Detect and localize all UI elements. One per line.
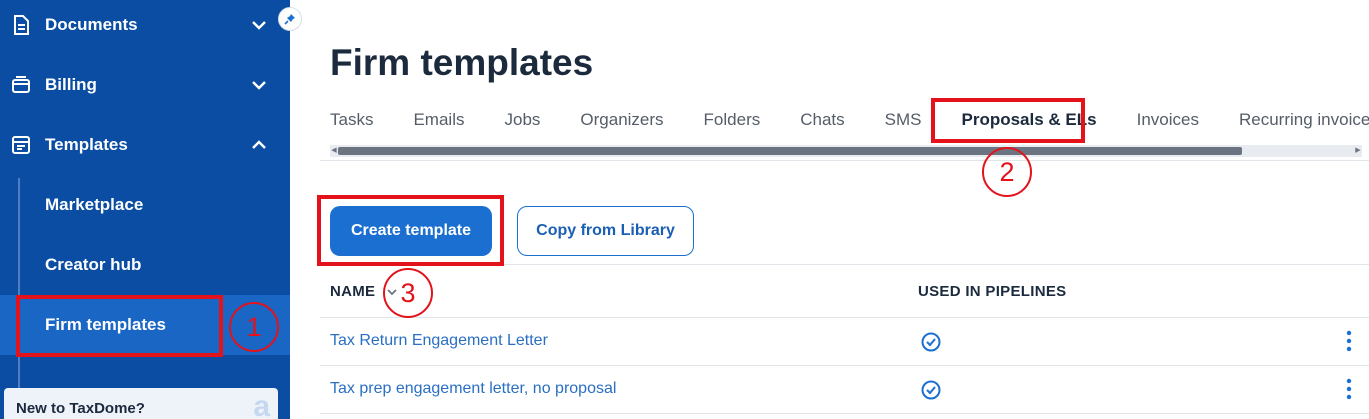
chevron-up-icon[interactable] bbox=[250, 136, 268, 154]
annotation-box-firm-templates bbox=[16, 295, 223, 357]
sidebar-item-billing[interactable]: Billing bbox=[0, 55, 290, 115]
tab-emails[interactable]: Emails bbox=[413, 108, 464, 132]
tab-jobs[interactable]: Jobs bbox=[504, 108, 540, 132]
annotation-box-create-template bbox=[317, 195, 504, 266]
scrollbar-thumb[interactable] bbox=[338, 147, 1242, 155]
tabs-scrollbar[interactable]: ◀ ▶ bbox=[330, 145, 1362, 157]
tab-organizers[interactable]: Organizers bbox=[580, 108, 663, 132]
scroll-left-icon[interactable]: ◀ bbox=[330, 147, 338, 155]
tab-recurring-invoices[interactable]: Recurring invoices bbox=[1239, 108, 1369, 132]
template-name-link[interactable]: Tax prep engagement letter, no proposal bbox=[330, 380, 616, 398]
documents-icon bbox=[14, 15, 29, 35]
billing-icon bbox=[12, 76, 30, 93]
annotation-number: 3 bbox=[383, 268, 433, 318]
sidebar-item-label: Documents bbox=[45, 15, 138, 34]
copy-from-library-button[interactable]: Copy from Library bbox=[517, 206, 694, 256]
taxdome-logo: a bbox=[253, 390, 270, 419]
column-header-used-in-pipelines: USED IN PIPELINES bbox=[918, 283, 1067, 300]
pin-sidebar-button[interactable] bbox=[278, 7, 302, 31]
pin-icon bbox=[284, 14, 295, 25]
promo-card[interactable]: New to TaxDome? a bbox=[4, 388, 278, 419]
table-row: Tax prep engagement letter, no proposal bbox=[320, 366, 1369, 414]
tab-tasks[interactable]: Tasks bbox=[330, 108, 373, 132]
sidebar-item-label: Billing bbox=[45, 75, 97, 94]
divider bbox=[320, 413, 1369, 414]
tab-folders[interactable]: Folders bbox=[704, 108, 761, 132]
annotation-number: 1 bbox=[229, 302, 279, 352]
sidebar-item-marketplace[interactable]: Marketplace bbox=[0, 175, 290, 235]
sidebar-item-creator-hub[interactable]: Creator hub bbox=[0, 235, 290, 295]
annotation-number: 2 bbox=[982, 147, 1032, 197]
annotation-box-proposals-tab bbox=[931, 98, 1085, 143]
page-title: Firm templates bbox=[330, 42, 594, 83]
scroll-right-icon[interactable]: ▶ bbox=[1354, 147, 1362, 155]
tab-sms[interactable]: SMS bbox=[885, 108, 922, 132]
table-row: Tax Return Engagement Letter bbox=[320, 318, 1369, 366]
promo-text: New to TaxDome? bbox=[16, 400, 145, 417]
tab-bar: Tasks Emails Jobs Organizers Folders Cha… bbox=[330, 108, 1369, 138]
more-options-icon[interactable] bbox=[1346, 330, 1352, 352]
tab-invoices[interactable]: Invoices bbox=[1137, 108, 1199, 132]
sidebar-item-documents[interactable]: Documents bbox=[0, 0, 290, 55]
chevron-down-icon[interactable] bbox=[250, 16, 268, 34]
divider bbox=[320, 160, 1369, 161]
sidebar-item-label: Marketplace bbox=[45, 195, 144, 214]
tab-chats[interactable]: Chats bbox=[800, 108, 844, 132]
chevron-down-icon[interactable] bbox=[250, 76, 268, 94]
column-header-name[interactable]: NAME bbox=[330, 283, 375, 300]
check-circle-icon bbox=[921, 332, 941, 352]
sidebar-item-label: Templates bbox=[45, 135, 128, 154]
check-circle-icon bbox=[921, 380, 941, 400]
more-options-icon[interactable] bbox=[1346, 378, 1352, 400]
sidebar-item-label: Creator hub bbox=[45, 255, 142, 274]
template-name-link[interactable]: Tax Return Engagement Letter bbox=[330, 332, 548, 350]
templates-icon bbox=[12, 136, 30, 154]
sidebar-item-templates[interactable]: Templates bbox=[0, 115, 290, 175]
